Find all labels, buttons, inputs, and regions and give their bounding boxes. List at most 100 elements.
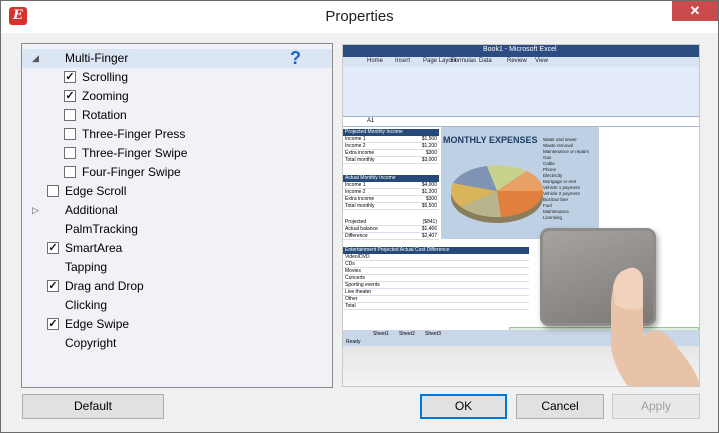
preview-sheet-tab: Sheet2 bbox=[399, 331, 415, 337]
settings-tree[interactable]: ◢ Multi-Finger? ✓ Scrolling ✓ Zooming Rotation… bbox=[21, 43, 333, 388]
tree-item-smartarea[interactable]: ✓ SmartArea bbox=[22, 239, 332, 258]
tree-item-rotation[interactable]: Rotation bbox=[22, 106, 332, 125]
collapse-arrow-icon[interactable]: ◢ bbox=[32, 52, 42, 64]
default-button[interactable]: Default bbox=[22, 394, 164, 419]
preview-table-row: Income 2 $1,200 bbox=[343, 143, 439, 150]
checkbox[interactable] bbox=[64, 109, 76, 121]
tree-item-scrolling[interactable]: ✓ Scrolling bbox=[22, 68, 332, 87]
tree-item-edge-swipe[interactable]: ✓ Edge Swipe bbox=[22, 315, 332, 334]
apply-button[interactable]: Apply bbox=[612, 394, 700, 419]
preview-cell-value: $4,000 bbox=[421, 182, 437, 188]
preview-table-row: Video/DVD bbox=[343, 254, 529, 261]
tree-item-three-finger-swipe[interactable]: Three-Finger Swipe bbox=[22, 144, 332, 163]
tree-item-clicking[interactable]: Clicking bbox=[22, 296, 332, 315]
help-icon[interactable]: ? bbox=[290, 49, 304, 67]
preview-table-row: Extra income $300 bbox=[343, 150, 439, 157]
properties-window: E Properties ✕ ◢ Multi-Finger? ✓ Scrolling ✓… bbox=[0, 0, 719, 433]
preview-table-row: Sporting events bbox=[343, 282, 529, 289]
ok-button[interactable]: OK bbox=[420, 394, 507, 419]
preview-ribbon-tab: Review bbox=[507, 58, 527, 64]
checkbox[interactable]: ✓ bbox=[47, 242, 59, 254]
tree-item-tapping[interactable]: Tapping bbox=[22, 258, 332, 277]
checkbox[interactable]: ✓ bbox=[47, 318, 59, 330]
preview-ribbon-tab: Formulas bbox=[451, 58, 477, 64]
preview-cell-label: Income 1 bbox=[345, 136, 366, 142]
preview-table-header: Actual Monthly Income bbox=[343, 175, 439, 182]
preview-cell-value: $1,466 bbox=[421, 226, 437, 232]
tree-item-four-finger-swipe[interactable]: Four-Finger Swipe bbox=[22, 163, 332, 182]
cancel-button[interactable]: Cancel bbox=[516, 394, 604, 419]
tree-item-label: PalmTracking bbox=[65, 222, 138, 236]
preview-cell-label: Difference bbox=[345, 233, 368, 239]
tree-item-label: Edge Swipe bbox=[65, 317, 130, 331]
preview-sheet-tab: Sheet3 bbox=[425, 331, 441, 337]
tree-item-three-finger-press[interactable]: Three-Finger Press bbox=[22, 125, 332, 144]
checkbox[interactable] bbox=[64, 166, 76, 178]
preview-chart-legend: Water and sewer Waste removal Maintenance … bbox=[543, 137, 598, 221]
preview-ribbon-tab: Data bbox=[479, 58, 492, 64]
tree-item-additional[interactable]: ▷ Additional bbox=[22, 201, 332, 220]
tree-item-label: Three-Finger Press bbox=[82, 127, 186, 141]
preview-cell-value: ($841) bbox=[422, 219, 437, 225]
preview-excel-titlebar: Book1 - Microsoft Excel bbox=[343, 45, 699, 57]
tree-item-label: SmartArea bbox=[65, 241, 123, 255]
expand-arrow-icon[interactable]: ▷ bbox=[32, 204, 42, 216]
preview-cell-value: $300 bbox=[425, 196, 437, 202]
tree-item-label: Zooming bbox=[82, 89, 129, 103]
preview-cell-label: Total monthly bbox=[345, 203, 375, 209]
checkbox[interactable] bbox=[64, 147, 76, 159]
tree-item-edge-scroll[interactable]: Edge Scroll bbox=[22, 182, 332, 201]
checkbox[interactable]: ✓ bbox=[64, 71, 76, 83]
preview-table-row: Movies bbox=[343, 268, 529, 275]
preview-finger-illustration bbox=[611, 267, 699, 386]
tree-item-label: Additional bbox=[65, 203, 118, 217]
preview-table-row: Live theater bbox=[343, 289, 529, 296]
preview-cell-value: $1,500 bbox=[421, 136, 437, 142]
preview-cell-value: $300 bbox=[425, 150, 437, 156]
preview-cell-label: Income 1 bbox=[345, 182, 366, 188]
preview-table-row: Extra income $300 bbox=[343, 196, 439, 203]
checkbox[interactable] bbox=[47, 185, 59, 197]
preview-cell-value: $2,407 bbox=[421, 233, 437, 239]
preview-cell-value: $5,500 bbox=[421, 203, 437, 209]
preview-cell-label: Projected bbox=[345, 219, 367, 225]
preview-ribbon-tab: Insert bbox=[395, 58, 411, 64]
preview-table-row: Total monthly $3,000 bbox=[343, 157, 439, 164]
preview-table-row: Income 1 $4,000 bbox=[343, 182, 439, 189]
tree-item-zooming[interactable]: ✓ Zooming bbox=[22, 87, 332, 106]
preview-cell-label: Extra income bbox=[345, 196, 375, 202]
tree-item-drag-and-drop[interactable]: ✓ Drag and Drop bbox=[22, 277, 332, 296]
checkbox[interactable]: ✓ bbox=[47, 280, 59, 292]
preview-chart-title: MONTHLY EXPENSES bbox=[443, 135, 538, 145]
preview-table-header: Entertainment Projected Actual Cost Diff… bbox=[343, 247, 529, 254]
preview-table-row: Other bbox=[343, 296, 529, 303]
preview-ribbon-tab: Home bbox=[367, 58, 384, 64]
title-bar[interactable]: E Properties ✕ bbox=[1, 1, 718, 33]
preview-cell-label: Income 2 bbox=[345, 143, 366, 149]
preview-entertainment-table: Entertainment Projected Actual Cost Diff… bbox=[343, 247, 529, 310]
tree-item-label: Rotation bbox=[82, 108, 127, 122]
preview-table-row: Concerts bbox=[343, 275, 529, 282]
tree-item-palmtracking[interactable]: PalmTracking bbox=[22, 220, 332, 239]
preview-cell-value: $1,200 bbox=[421, 189, 437, 195]
tree-item-label: Tapping bbox=[65, 260, 108, 274]
preview-cell-value: $1,200 bbox=[421, 143, 437, 149]
preview-table-row: Projected ($841) bbox=[343, 219, 439, 226]
preview-name-box: A1 bbox=[367, 118, 375, 124]
tree-item-label: Clicking bbox=[65, 298, 108, 312]
checkbox[interactable] bbox=[64, 128, 76, 140]
preview-table-row: Income 2 $1,200 bbox=[343, 189, 439, 196]
window-title: Properties bbox=[325, 8, 394, 25]
preview-actual-income-table: Actual Monthly Income Income 1 $4,000 Incom… bbox=[343, 175, 439, 210]
preview-cell-label: Actual balance bbox=[345, 226, 378, 232]
tree-item-copyright[interactable]: Copyright bbox=[22, 334, 332, 353]
preview-excel-title: Book1 - Microsoft Excel bbox=[483, 46, 557, 53]
close-button[interactable]: ✕ bbox=[672, 1, 718, 21]
preview-cell-label: Income 2 bbox=[345, 189, 366, 195]
feature-preview-image: Book1 - Microsoft Excel Home Insert Page L… bbox=[342, 44, 700, 387]
preview-cell-label: Total monthly bbox=[345, 157, 375, 163]
checkbox[interactable]: ✓ bbox=[64, 90, 76, 102]
preview-balance-table: Projected ($841) Actual balance $1,466 Diffe… bbox=[343, 219, 439, 240]
preview-table-row: Actual balance $1,466 bbox=[343, 226, 439, 233]
tree-item-multi-finger[interactable]: ◢ Multi-Finger? bbox=[22, 49, 332, 68]
